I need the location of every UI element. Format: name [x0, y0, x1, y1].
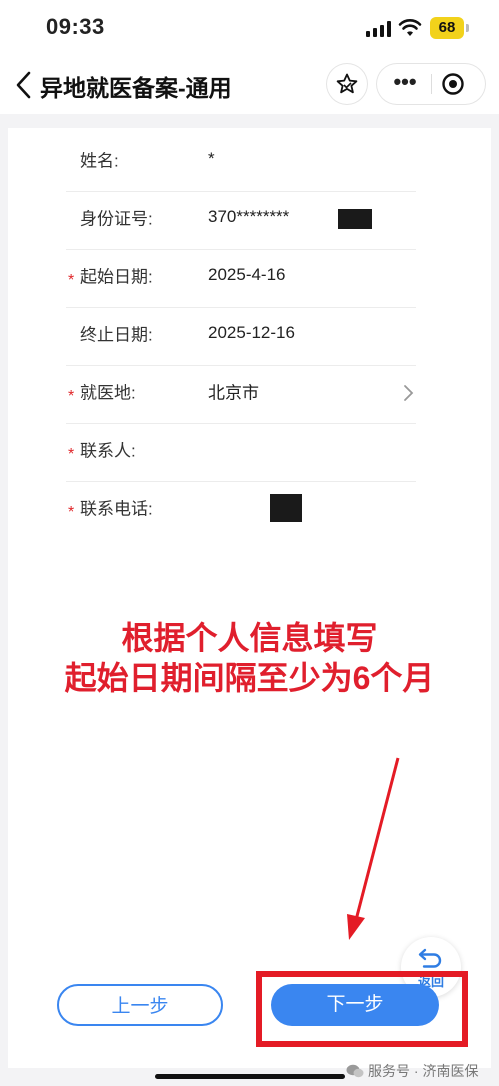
favorite-button[interactable]: [327, 64, 367, 104]
required-mark: *: [68, 272, 75, 289]
instruction-line-1: 根据个人信息填写: [121, 620, 378, 656]
form-row-medical-location[interactable]: * 就医地: 北京市: [66, 366, 416, 424]
field-value-id-number: 370********: [208, 206, 290, 226]
mini-program-capsule: •••: [377, 64, 485, 104]
chevron-right-icon: [404, 385, 414, 401]
required-mark: *: [68, 504, 75, 521]
form-row-id-number[interactable]: 身份证号: 370********: [66, 192, 416, 250]
page-title: 异地就医备案-通用: [40, 75, 232, 101]
redaction-block: [338, 209, 372, 229]
signal-icon: [366, 21, 391, 37]
instruction-line-2: 起始日期间隔至少为6个月: [64, 660, 435, 696]
required-mark: *: [68, 446, 75, 463]
required-mark: *: [68, 388, 75, 405]
return-arrow-icon: [418, 948, 442, 968]
form: 姓名: * 身份证号: 370******** * 起始日期: 2025-4-1…: [66, 134, 416, 539]
previous-step-button[interactable]: 上一步: [57, 984, 223, 1026]
capsule-divider: [431, 74, 432, 94]
watermark-text: 服务号 · 济南医保: [368, 1063, 479, 1079]
annotation-highlight-box: [256, 971, 468, 1047]
wifi-icon: [398, 19, 422, 36]
field-label: 身份证号:: [80, 209, 153, 228]
battery-icon: 68: [430, 17, 464, 39]
star-icon: [336, 73, 358, 94]
more-icon[interactable]: •••: [391, 71, 419, 96]
watermark: 服务号 · 济南医保: [346, 1061, 478, 1081]
field-value-start-date: 2025-4-16: [208, 264, 286, 284]
battery-tip: [466, 24, 469, 32]
field-label: 姓名:: [80, 151, 119, 170]
wechat-icon: [346, 1064, 364, 1078]
field-value-medical-location: 北京市: [208, 383, 259, 402]
field-label: 就医地:: [80, 383, 136, 402]
field-value-name: *: [208, 148, 215, 168]
field-label: 联系电话:: [80, 499, 153, 518]
form-row-end-date[interactable]: 终止日期: 2025-12-16: [66, 308, 416, 366]
status-time: 09:33: [46, 14, 105, 39]
status-bar: 09:33 68: [0, 0, 499, 56]
chevron-left-icon[interactable]: [12, 70, 34, 100]
record-icon[interactable]: [441, 72, 465, 96]
form-row-name[interactable]: 姓名: *: [66, 134, 416, 192]
redaction-block: [270, 494, 302, 522]
field-label: 联系人:: [80, 441, 136, 460]
field-label: 终止日期:: [80, 325, 153, 344]
annotation-arrow-icon: [347, 757, 400, 940]
form-row-contact-person[interactable]: * 联系人:: [66, 424, 416, 482]
field-label: 起始日期:: [80, 267, 153, 286]
field-value-end-date: 2025-12-16: [208, 322, 295, 342]
nav-bar: 异地就医备案-通用 •••: [0, 56, 499, 114]
home-indicator: [155, 1074, 345, 1079]
form-row-start-date[interactable]: * 起始日期: 2025-4-16: [66, 250, 416, 308]
form-row-contact-phone[interactable]: * 联系电话:: [66, 482, 416, 539]
instruction-annotation: 根据个人信息填写 起始日期间隔至少为6个月: [0, 618, 499, 698]
